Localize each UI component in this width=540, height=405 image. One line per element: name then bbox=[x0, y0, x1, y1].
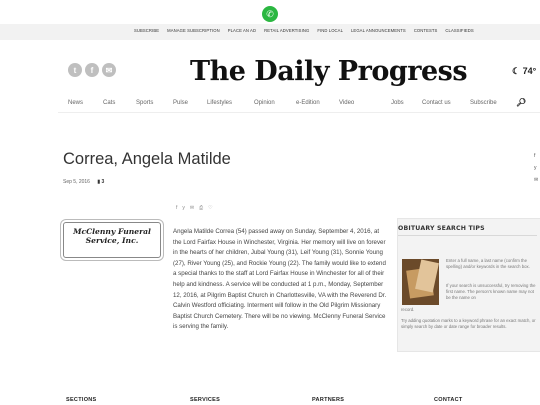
page-title: Correa, Angela Matilde bbox=[63, 150, 231, 168]
twitter-icon[interactable]: y bbox=[182, 205, 185, 211]
footer-heading-partners: PARTNERS bbox=[312, 397, 345, 403]
topbar-link-manage-subscription[interactable]: MANAGE SUBSCRIPTION bbox=[167, 28, 220, 33]
obituary-search-tips: OBITUARY SEARCH TIPS Enter a full name, … bbox=[397, 218, 540, 352]
comment-count[interactable]: 3 bbox=[102, 179, 105, 185]
footer-heading-contact: CONTACT bbox=[434, 397, 463, 403]
topbar-link-contests[interactable]: CONTESTS bbox=[414, 28, 438, 33]
facebook-icon[interactable]: f bbox=[176, 205, 177, 211]
topbar-link-subscribe[interactable]: SUBSCRIBE bbox=[134, 28, 159, 33]
topbar-link-retail-advertising[interactable]: RETAIL ADVERTISING bbox=[264, 28, 309, 33]
tips-paragraph-1: Enter a full name, a last name (confirm … bbox=[446, 258, 530, 269]
funeral-home-logo: McClenny Funeral Service, Inc. bbox=[63, 222, 161, 258]
site-masthead[interactable]: The Daily Progress bbox=[190, 56, 468, 87]
share-toolbar: f y ✉ ⎙ ♡ bbox=[176, 205, 213, 211]
footer-heading-services: SERVICES bbox=[190, 397, 221, 403]
email-icon[interactable]: ✉ bbox=[534, 177, 538, 183]
top-utility-bar: SUBSCRIBE MANAGE SUBSCRIPTION PLACE AN A… bbox=[0, 24, 540, 40]
tips-paragraph-2-end: record. bbox=[401, 307, 415, 312]
nav-divider bbox=[58, 112, 540, 113]
nav-item-subscribe[interactable]: Subscribe bbox=[470, 100, 497, 106]
nav-item-sports[interactable]: Sports bbox=[136, 100, 153, 106]
twitter-icon[interactable]: y bbox=[534, 165, 538, 171]
email-icon[interactable]: ✉ bbox=[190, 205, 194, 211]
tips-divider bbox=[398, 235, 537, 236]
facebook-icon[interactable]: f bbox=[534, 153, 538, 159]
twitter-icon[interactable]: t bbox=[68, 63, 82, 77]
facebook-icon[interactable]: f bbox=[85, 63, 99, 77]
nav-item-lifestyles[interactable]: Lifestyles bbox=[207, 100, 232, 106]
nav-item-cats[interactable]: Cats bbox=[103, 100, 115, 106]
search-icon[interactable]: 🔎︎ bbox=[516, 98, 526, 107]
nav-item-news[interactable]: News bbox=[68, 100, 83, 106]
footer-heading-sections: SECTIONS bbox=[66, 397, 97, 403]
tips-paragraph-2: If your search is unsuccessful, try remo… bbox=[446, 283, 536, 300]
logo-line-1: McClenny Funeral bbox=[73, 227, 151, 236]
side-share-bar: f y ✉ bbox=[534, 153, 538, 183]
main-nav: News Cats Sports Pulse Lifestyles Opinio… bbox=[0, 95, 540, 113]
nav-item-e-edition[interactable]: e-Edition bbox=[296, 100, 320, 106]
obituary-text: Angela Matilde Correa (54) passed away o… bbox=[173, 228, 387, 331]
nav-item-contact-us[interactable]: Contact us bbox=[422, 100, 451, 106]
email-icon[interactable]: ✉ bbox=[102, 63, 116, 77]
nav-item-jobs[interactable]: Jobs bbox=[391, 100, 404, 106]
tips-paragraph-3: Try adding quotation marks to a keyword … bbox=[401, 318, 536, 329]
topbar-link-find-local[interactable]: FIND LOCAL bbox=[317, 28, 343, 33]
whatsapp-icon[interactable]: ✆ bbox=[262, 6, 278, 22]
topbar-link-place-an-ad[interactable]: PLACE AN AD bbox=[228, 28, 256, 33]
nav-item-opinion[interactable]: Opinion bbox=[254, 100, 275, 106]
heart-icon[interactable]: ♡ bbox=[208, 205, 212, 211]
comment-icon[interactable]: ▮ bbox=[97, 179, 100, 185]
weather-widget[interactable]: ☾ 74° bbox=[512, 66, 536, 77]
nav-item-video[interactable]: Video bbox=[339, 100, 354, 106]
nav-item-pulse[interactable]: Pulse bbox=[173, 100, 188, 106]
tips-heading: OBITUARY SEARCH TIPS bbox=[398, 225, 485, 232]
article-date: Sep 5, 2016 bbox=[63, 179, 90, 185]
weather-temperature: 74° bbox=[522, 66, 537, 76]
tips-image bbox=[402, 259, 439, 305]
social-links: t f ✉ bbox=[68, 63, 116, 77]
topbar-link-legal-announcements[interactable]: LEGAL ANNOUNCEMENTS bbox=[351, 28, 406, 33]
print-icon[interactable]: ⎙ bbox=[199, 205, 203, 211]
logo-line-2: Service, Inc. bbox=[85, 236, 139, 245]
article-meta: Sep 5, 2016 ▮ 3 bbox=[63, 179, 104, 185]
moon-icon: ☾ bbox=[512, 66, 521, 76]
topbar-link-classifieds[interactable]: CLASSIFIEDS bbox=[445, 28, 473, 33]
